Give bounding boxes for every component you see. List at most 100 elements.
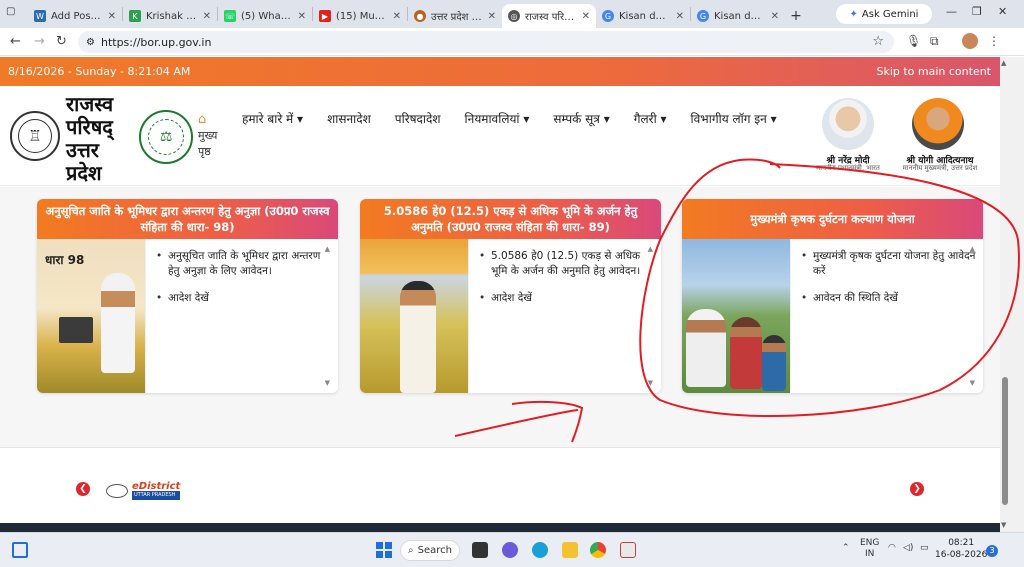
wifi-icon[interactable]: ◠ (888, 543, 896, 553)
new-tab-button[interactable]: + (785, 4, 807, 28)
apply-link[interactable]: अनुसूचित जाति के भूमिधर द्वारा अन्तरण हे… (156, 249, 332, 279)
site-brand[interactable]: राजस्व परिषद् उत्तर प्रदेश (66, 93, 113, 185)
nav-rules[interactable]: नियमावलियां ▾ (465, 110, 530, 127)
pm-photo (822, 98, 874, 150)
browser-tab[interactable]: ☏(5) WhatsApp✕ (218, 4, 312, 28)
card-title[interactable]: मुख्यमंत्री कृषक दुर्घटना कल्याण योजना (682, 199, 983, 239)
application-status-link[interactable]: आवेदन की स्थिति देखें (801, 291, 977, 306)
close-icon[interactable]: ✕ (582, 11, 590, 22)
notification-badge[interactable]: 3 (986, 545, 998, 557)
tab-search-icon[interactable]: ▢ (6, 6, 22, 22)
taskbar-search[interactable]: ⌕ Search (400, 540, 460, 561)
file-explorer-icon[interactable] (562, 542, 578, 558)
close-icon[interactable]: ✕ (298, 11, 306, 22)
language-indicator[interactable]: ENG IN (860, 538, 879, 560)
google-icon: G (602, 10, 614, 22)
nav-government-orders[interactable]: शासनादेश (327, 110, 371, 127)
carousel-prev-button[interactable]: ❮ (76, 482, 90, 496)
nav-gallery[interactable]: गैलरी ▾ (634, 110, 667, 127)
family-figure (762, 335, 786, 391)
bookmark-star-icon[interactable]: ☆ (872, 34, 884, 49)
up-emblem-icon[interactable]: ♖ (10, 111, 60, 161)
close-icon[interactable]: ✕ (393, 11, 401, 22)
forward-arrow-icon[interactable]: → (34, 34, 45, 49)
back-arrow-icon[interactable]: ← (10, 34, 21, 49)
card-links: 5.0586 हे0 (12.5) एकड़ से अधिक भूमि के अ… (468, 239, 661, 393)
youtube-icon: ▶ (319, 10, 331, 22)
chrome-icon[interactable] (590, 542, 606, 558)
microphone-icon[interactable]: 🎙 (906, 34, 921, 48)
card-image (360, 239, 468, 393)
task-view-icon[interactable] (472, 542, 488, 558)
close-icon[interactable]: ✕ (676, 11, 684, 22)
revenue-board-seal-icon: ⚖ (139, 110, 193, 164)
page-scrollbar[interactable]: ▲ ▼ (1000, 57, 1024, 532)
profile-avatar[interactable] (962, 33, 978, 49)
scroll-down-icon[interactable]: ▼ (970, 379, 975, 387)
card-title[interactable]: अनुसूचित जाति के भूमिधर द्वारा अन्तरण हे… (37, 199, 338, 239)
nav-about[interactable]: हमारे बारे में ▾ (242, 110, 303, 127)
scroll-down-arrow-icon[interactable]: ▼ (1001, 521, 1006, 529)
windows-taskbar: ⌕ Search ⌃ ENG IN ◠ ◁) ▭ 08:21 16-08-2026… (0, 532, 1024, 567)
kebab-menu-icon[interactable]: ⋮ (988, 34, 1000, 48)
nav-department-login[interactable]: विभागीय लॉग इन ▾ (691, 110, 777, 127)
widgets-icon[interactable] (12, 542, 28, 558)
extensions-icon[interactable]: ⧉ (930, 34, 939, 49)
nav-contacts[interactable]: सम्पर्क सूत्र ▾ (553, 110, 609, 127)
url-bar[interactable]: ⚙ https://bor.up.gov.in ☆ (78, 31, 894, 53)
snipping-tool-icon[interactable] (620, 542, 636, 558)
service-card-accident-scheme: मुख्यमंत्री कृषक दुर्घटना कल्याण योजना म… (682, 199, 983, 393)
site-info-icon[interactable]: ⚙ (86, 37, 95, 48)
chat-icon[interactable] (502, 542, 518, 558)
scroll-up-arrow-icon[interactable]: ▲ (1001, 59, 1006, 67)
browser-tab[interactable]: WAdd Post ‹ ...✕ (28, 4, 122, 28)
close-icon[interactable]: ✕ (488, 11, 496, 22)
close-icon[interactable]: ✕ (771, 11, 779, 22)
carousel-next-button[interactable]: ❯ (910, 482, 924, 496)
scroll-down-icon[interactable]: ▼ (648, 379, 653, 387)
card-image (682, 239, 790, 393)
scrollbar-thumb[interactable] (1002, 377, 1008, 505)
start-windows-icon[interactable] (376, 542, 392, 558)
edistrict-logo[interactable]: eDistrict UTTAR PRADESH (106, 482, 181, 500)
tray-chevron-icon[interactable]: ⌃ (842, 543, 850, 553)
browser-tab[interactable]: ▶(15) Mukhyam✕ (313, 4, 407, 28)
family-figure (730, 317, 762, 389)
restore-icon[interactable]: ❐ (972, 5, 982, 18)
browser-tab[interactable]: ●उत्तर प्रदेश मुख्य✕ (408, 4, 502, 28)
reload-icon[interactable]: ↻ (56, 34, 67, 49)
battery-icon[interactable]: ▭ (920, 543, 929, 553)
view-order-link[interactable]: आदेश देखें (156, 291, 332, 306)
cm-photo (912, 98, 964, 150)
browser-tab[interactable]: GKisan durghat✕ (691, 4, 785, 28)
ask-gemini-button[interactable]: ✦ Ask Gemini (836, 4, 932, 24)
close-icon[interactable]: ✕ (108, 11, 116, 22)
wordpress-icon: W (34, 10, 46, 22)
cm-portrait (912, 98, 964, 150)
volume-icon[interactable]: ◁) (903, 543, 913, 553)
apply-link[interactable]: 5.0586 हे0 (12.5) एकड़ से अधिक भूमि के अ… (479, 249, 655, 279)
farmer-figure (400, 281, 436, 393)
minimize-icon[interactable]: — (946, 5, 957, 18)
system-clock[interactable]: 08:21 16-08-2026 (935, 537, 987, 561)
card-title[interactable]: 5.0586 हे0 (12.5) एकड़ से अधिक भूमि के अ… (360, 199, 661, 239)
skip-to-content-link[interactable]: Skip to main content (876, 65, 991, 78)
browser-tab[interactable]: GKisan durghat✕ (596, 4, 690, 28)
scroll-up-icon[interactable]: ▲ (970, 245, 975, 253)
card-image: धारा 98 (37, 239, 145, 393)
browser-tab-active[interactable]: ◎ राजस्व परिषद् | ✕ (502, 4, 596, 28)
scroll-down-icon[interactable]: ▼ (325, 379, 330, 387)
scroll-up-icon[interactable]: ▲ (648, 245, 653, 253)
nav-board-orders[interactable]: परिषदादेश (395, 110, 441, 127)
view-order-link[interactable]: आदेश देखें (479, 291, 655, 306)
browser-tab[interactable]: KKrishak Durgh✕ (123, 4, 217, 28)
scroll-up-icon[interactable]: ▲ (325, 245, 330, 253)
nav-home[interactable]: ⌂ मुख्य पृष्ठ (198, 112, 217, 160)
site-header: ♖ राजस्व परिषद् उत्तर प्रदेश ⚖ ⌂ मुख्य प… (0, 86, 1000, 186)
close-window-icon[interactable]: ✕ (998, 5, 1007, 18)
close-icon[interactable]: ✕ (203, 11, 211, 22)
edge-icon[interactable] (532, 542, 548, 558)
seal-inner: ⚖ (148, 119, 184, 155)
apply-link[interactable]: मुख्यमंत्री कृषक दुर्घटना योजना हेतु आवे… (801, 249, 977, 279)
farmer-figure (101, 273, 135, 373)
